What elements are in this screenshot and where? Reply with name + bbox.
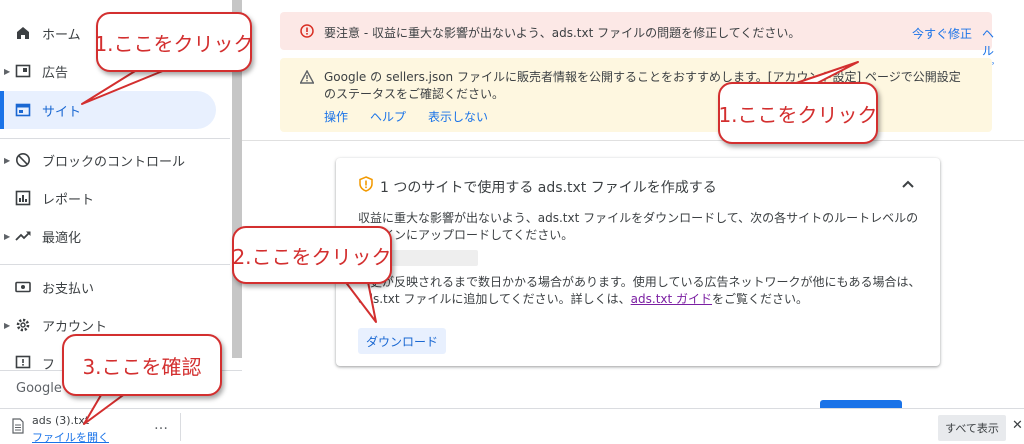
callout-pointer-sidebar (81, 67, 171, 105)
callout-click-download: 2.ここをクリック (232, 226, 392, 284)
callout-click-sidebar: 1.ここをクリック (94, 12, 254, 72)
callout-check-download: 3.ここを確認 (62, 334, 222, 396)
callout-click-fix-now: 1.ここをクリック (718, 82, 878, 144)
